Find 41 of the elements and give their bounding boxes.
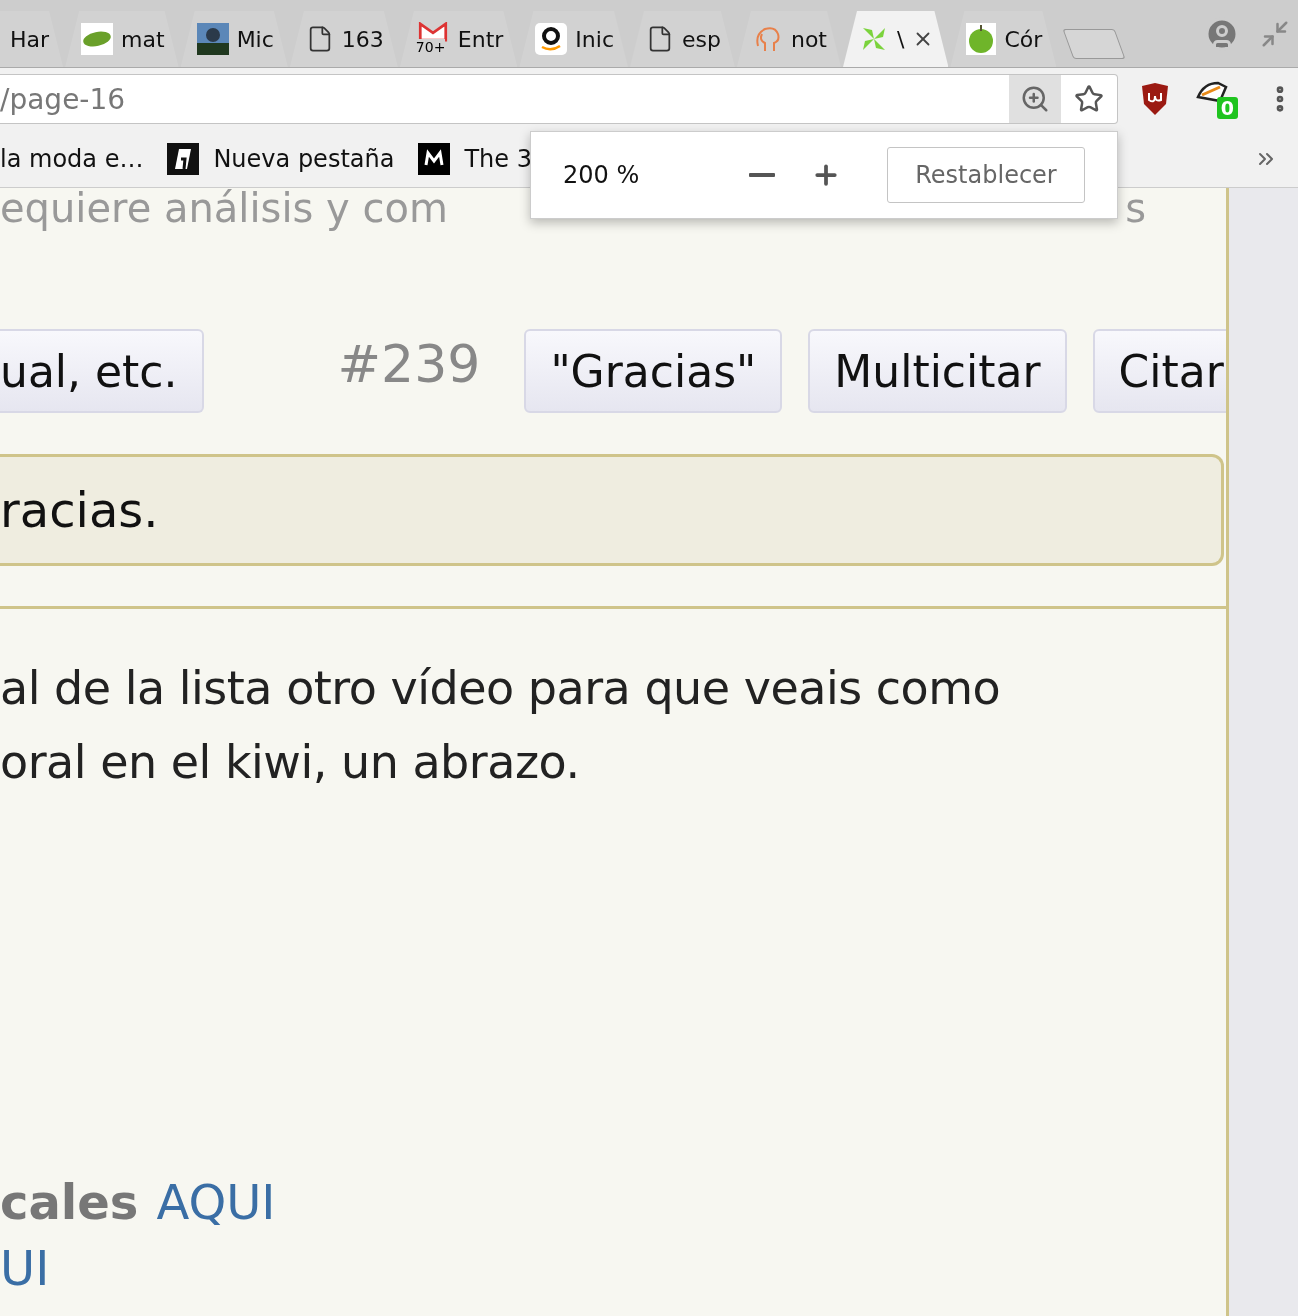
zoom-button[interactable] [1009, 75, 1061, 123]
post-action-button[interactable]: Citar [1092, 329, 1226, 413]
post-action-button[interactable]: "Gracias" [524, 329, 783, 413]
post-heading-end: s [1125, 188, 1146, 228]
browser-tab[interactable]: 163 [289, 11, 398, 67]
post-action-button[interactable]: ual, etc. [0, 329, 204, 413]
count-badge: 70+ [415, 39, 446, 55]
logo-icon [167, 142, 200, 175]
zoom-level: 200 % [563, 161, 641, 189]
url-text: /page-16 [0, 82, 127, 116]
browser-tab[interactable]: Mic [180, 11, 288, 67]
apple-icon [966, 23, 997, 55]
quote-box: racias. [0, 454, 1224, 566]
star-icon [1074, 84, 1104, 114]
browser-tab[interactable]: Har [0, 11, 64, 67]
bookmark-item[interactable]: Nueva pestaña [167, 142, 395, 175]
browser-tab[interactable]: 70+ Entr [399, 11, 518, 67]
bookmark-item[interactable]: The 3 [418, 142, 532, 175]
minus-icon [749, 173, 775, 177]
browser-tab[interactable]: esp [630, 11, 735, 67]
bookmark-item[interactable]: la moda e… [0, 144, 144, 173]
post-text-line: oral en el kiwi, un abrazo. [0, 734, 581, 791]
shield-icon[interactable] [1140, 82, 1170, 116]
link[interactable]: UI [0, 1235, 50, 1301]
post-action-button[interactable]: Multicitar [808, 329, 1067, 413]
link[interactable]: AQUI [156, 1169, 276, 1235]
leaf-icon [81, 23, 114, 55]
photo-icon [196, 23, 229, 55]
post-text-line: al de la lista otro vídeo para que veais como [0, 660, 1002, 717]
browser-tab[interactable]: \ [843, 11, 949, 67]
bold-text: cales [0, 1173, 139, 1232]
count-badge: 0 [1216, 97, 1238, 119]
reset-button[interactable]: Restablecer [887, 147, 1085, 203]
browser-tab[interactable]: mat [65, 11, 179, 67]
address-bar[interactable]: /page-16 [0, 74, 1118, 124]
post-number: #239 [337, 334, 481, 394]
browser-tab[interactable]: Cór [950, 11, 1057, 67]
browser-tab[interactable]: not [736, 11, 841, 67]
logo-icon [418, 142, 451, 175]
zoom-in-icon [1020, 84, 1050, 114]
browser-tab[interactable]: Inic [519, 11, 628, 67]
